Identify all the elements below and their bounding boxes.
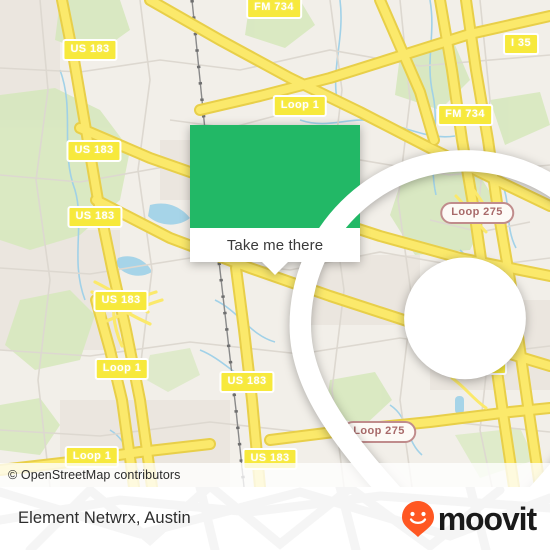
card-pointer-tail bbox=[262, 262, 288, 275]
shield-fm-734-top[interactable]: FM 734 bbox=[246, 0, 302, 19]
take-me-there-label: Take me there bbox=[226, 236, 324, 254]
moovit-wordmark: moovit bbox=[437, 500, 537, 537]
card-image-area bbox=[190, 125, 550, 487]
shield-loop-1-mid[interactable]: Loop 1 bbox=[94, 358, 150, 380]
map-pin-icon bbox=[289, 150, 550, 487]
moovit-pin-icon bbox=[401, 500, 434, 537]
map-attribution[interactable]: © OpenStreetMap contributors bbox=[0, 463, 550, 487]
shield-us-183-d[interactable]: US 183 bbox=[93, 290, 149, 312]
shield-us-183-c[interactable]: US 183 bbox=[67, 206, 123, 228]
location-info-card[interactable]: Take me there bbox=[190, 125, 550, 487]
shield-us-183-b[interactable]: US 183 bbox=[66, 140, 122, 162]
map-canvas[interactable]: FM 734 I 35 US 183 Loop 1 FM 734 US 183 US 183… bbox=[0, 0, 550, 487]
shield-fm-734-right[interactable]: FM 734 bbox=[437, 104, 493, 126]
moovit-logo[interactable]: moovit bbox=[401, 500, 537, 538]
shield-us-183-a[interactable]: US 183 bbox=[62, 39, 118, 61]
shield-loop-1-top[interactable]: Loop 1 bbox=[272, 95, 328, 117]
card-action-bar[interactable]: Take me there bbox=[190, 228, 360, 275]
footer-bar: Element Netwrx, Austin moovit bbox=[0, 487, 550, 550]
moovit-location-screenshot: FM 734 I 35 US 183 Loop 1 FM 734 US 183 US 183… bbox=[0, 0, 550, 550]
location-title: Element Netwrx, Austin bbox=[18, 509, 191, 527]
shield-i-35-top[interactable]: I 35 bbox=[503, 33, 539, 55]
